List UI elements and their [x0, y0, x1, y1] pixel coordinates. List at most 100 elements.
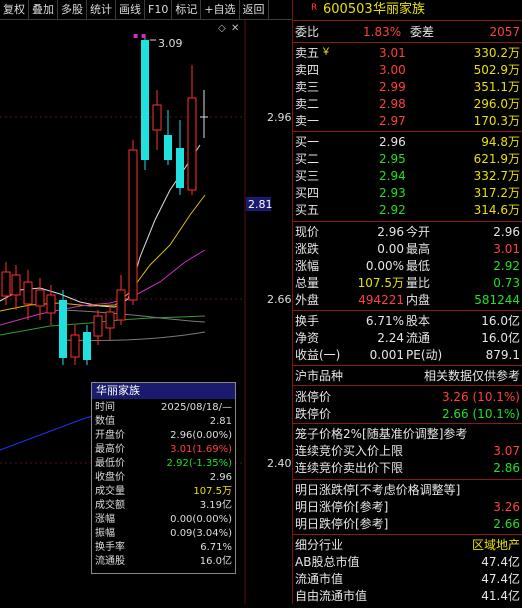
toolbar-item-1[interactable]: 叠加 — [29, 0, 58, 19]
tooltip-value: 16.0亿 — [199, 556, 232, 567]
buy-row-1[interactable]: 买一 2.96 94.8万 — [293, 134, 522, 150]
stat-row-2: 涨跌 0.00 最高 3.01 — [293, 241, 522, 257]
stat-value: 0.00% — [365, 259, 404, 273]
toolbar-item-3[interactable]: 统计 — [87, 0, 116, 19]
stat-value: 2.92 — [493, 259, 520, 273]
tooltip-label: 收盘价 — [95, 472, 125, 483]
cage-sell-row: 连续竞价卖出价下限 2.86 — [293, 460, 522, 476]
high-marker: ▪ ▪ — [133, 31, 146, 40]
stat-value: 2.96 — [493, 225, 520, 239]
toolbar-item-8[interactable]: 返回 — [240, 0, 269, 19]
buy-row-2[interactable]: 买二 2.95 621.9万 — [293, 151, 522, 167]
stat-label: 量比 — [406, 276, 431, 290]
tooltip-row: 振幅 0.09(3.04%) — [92, 528, 235, 540]
toolbar-item-0[interactable]: 复权 — [0, 0, 29, 19]
tooltip-row: 流通股 16.0亿 — [92, 556, 235, 568]
tooltip-row: 开盘价 2.96(0.00%) — [92, 430, 235, 442]
buy-row-3[interactable]: 买三 2.94 332.7万 — [293, 168, 522, 184]
buy-row-5[interactable]: 买五 2.92 314.6万 — [293, 202, 522, 218]
sell-price: 3.01 — [379, 46, 406, 60]
stat-value: 581244 — [474, 293, 520, 307]
limit-down-value: 2.66 (10.1%) — [441, 407, 520, 421]
tooltip-value: 2.81 — [209, 416, 232, 427]
tooltip-row: 收盘价 2.96 — [92, 472, 235, 484]
tooltip-row: 换手率 6.71% — [92, 542, 235, 554]
stat-label: 现价 — [295, 225, 320, 239]
float-cap-value: 47.4亿 — [481, 572, 520, 586]
stat-label: 今开 — [406, 225, 431, 239]
limit-up-row: 涨停价 3.26 (10.1%) — [293, 389, 522, 405]
toolbar-item-7[interactable]: +自选 — [201, 0, 240, 19]
ab-cap-row: AB股总市值 47.4亿 — [293, 554, 522, 570]
tooltip-value: 3.19亿 — [199, 500, 232, 511]
free-cap-value: 41.4亿 — [481, 589, 520, 603]
buy-volume: 621.9万 — [473, 152, 520, 166]
cage-sell-value: 2.86 — [493, 461, 520, 475]
free-cap-label: 自由流通市值 — [295, 589, 368, 603]
related-label: 相关数据仅供参考 — [423, 369, 520, 383]
toolbar-item-2[interactable]: 多股 — [58, 0, 87, 19]
stat-row-3: 涨幅 0.00% 最低 2.92 — [293, 258, 522, 274]
buy-volume: 94.8万 — [481, 135, 520, 149]
sell-row-2[interactable]: 卖四 3.00 502.9万 — [293, 62, 522, 78]
tomorrow-title: 明日涨跌停[不考虑价格调整等] — [295, 483, 461, 497]
cage-title: 笼子价格2%[随基准价调整]参考 — [295, 427, 468, 441]
sell-label: 卖一 — [295, 114, 320, 128]
fund-value: 6.71% — [365, 314, 404, 328]
limit-up-value: 3.26 (10.1%) — [441, 390, 520, 404]
fund-value: 2.24 — [377, 331, 404, 345]
cage-buy-row: 连续竞价买入价上限 3.07 — [293, 443, 522, 459]
toolbar-item-4[interactable]: 画线 — [116, 0, 145, 19]
kline-chart[interactable]: 3.09 2.96 2.81 2.66 2.40 ◇ ✕ ▪ ▪ 华丽家族 时间… — [0, 20, 292, 604]
industry-value[interactable]: 区域地产 — [472, 537, 520, 553]
buy-row-4[interactable]: 买四 2.93 317.2万 — [293, 185, 522, 201]
stock-code: 600503 — [323, 2, 373, 17]
tooltip-value: 2.96(0.00%) — [170, 430, 232, 441]
tomorrow-down-label: 明日跌停价[参考] — [295, 517, 389, 531]
stat-value: 0.00 — [377, 242, 404, 256]
sell-row-3[interactable]: 卖三 2.99 351.1万 — [293, 79, 522, 95]
fund-label: 股本 — [406, 314, 431, 328]
toolbar-item-5[interactable]: F10 — [145, 0, 173, 19]
stat-row-4: 总量 107.5万 量比 0.73 — [293, 275, 522, 291]
tomorrow-up-row: 明日涨停价[参考] 3.26 — [293, 499, 522, 515]
price-label-296: 2.96 — [267, 111, 292, 124]
fund-label: PE(动) — [406, 348, 443, 362]
sell-label: 卖二 — [295, 97, 320, 111]
buy-price: 2.95 — [379, 152, 406, 166]
sell-row-4[interactable]: 卖二 2.98 296.0万 — [293, 96, 522, 112]
stat-label: 外盘 — [295, 293, 320, 307]
sell-volume: 170.3万 — [473, 114, 520, 128]
r-mark: R — [311, 3, 318, 13]
tooltip-value: 2025/08/18/— — [160, 402, 232, 413]
stat-value: 107.5万 — [357, 276, 404, 290]
stat-label: 内盘 — [406, 293, 431, 307]
tooltip-row: 最高价 3.01(1.69%) — [92, 444, 235, 456]
diamond-icon: ◇ — [218, 23, 226, 34]
float-cap-label: 流通市值 — [295, 572, 344, 586]
stat-label: 最低 — [406, 259, 431, 273]
market-row: 沪市品种 相关数据仅供参考 — [293, 368, 522, 384]
buy-price: 2.94 — [379, 169, 406, 183]
cage-title-row: 笼子价格2%[随基准价调整]参考 — [293, 426, 522, 442]
sell-label: 卖五 — [295, 46, 320, 60]
buy-volume: 332.7万 — [473, 169, 520, 183]
buy-label: 买五 — [295, 203, 320, 217]
tooltip-row: 涨幅 0.00(0.00%) — [92, 514, 235, 526]
fund-value: 0.001 — [369, 348, 404, 362]
tooltip-row: 数值 2.81 — [92, 416, 235, 428]
fund-label: 流通 — [406, 331, 431, 345]
tooltip-label: 时间 — [95, 402, 115, 413]
webi-value: 1.83% — [363, 25, 402, 39]
sell-row-5[interactable]: 卖一 2.97 170.3万 — [293, 113, 522, 129]
sell-row-1[interactable]: 卖五 ￥ 3.01 330.2万 — [293, 45, 522, 61]
price-label-266: 2.66 — [267, 293, 292, 306]
sell-price: 3.00 — [379, 63, 406, 77]
price-label-309: 3.09 — [158, 37, 183, 50]
toolbar-item-6[interactable]: 标记 — [172, 0, 202, 19]
tomorrow-up-label: 明日涨停价[参考] — [295, 500, 389, 514]
buy-label: 买四 — [295, 186, 320, 200]
buy-price: 2.92 — [379, 203, 406, 217]
fund-value: 16.0亿 — [481, 314, 520, 328]
buy-price: 2.96 — [379, 135, 406, 149]
